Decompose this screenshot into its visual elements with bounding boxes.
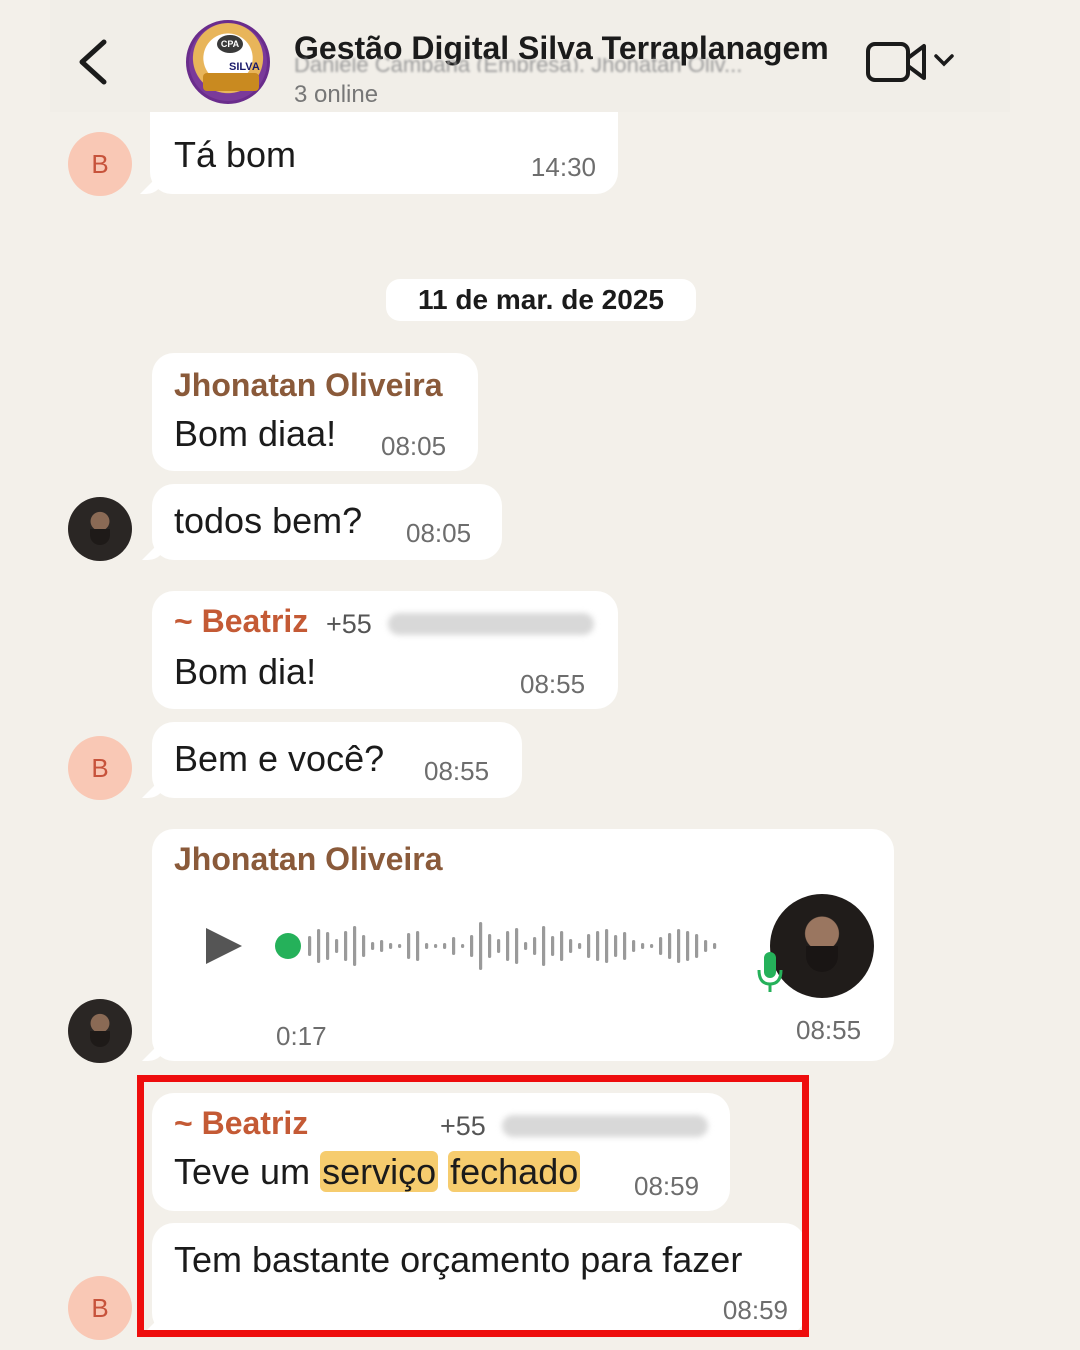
group-avatar-logo-subtext: SILVA [229, 61, 260, 73]
waveform-bar [443, 943, 447, 949]
chat-screen: CPA SILVA Gestão Digital Silva Terraplan… [0, 0, 1080, 1350]
waveform-bar [335, 939, 339, 953]
message-text: Bem e você? [174, 738, 385, 779]
message-bubble[interactable]: ~ Beatriz +55 Bom dia! 08:55 [152, 591, 618, 709]
avatar-photo-detail [90, 1031, 110, 1047]
waveform-bar [668, 933, 672, 959]
sender-name[interactable]: Jhonatan Oliveira [174, 841, 443, 878]
avatar-beatriz[interactable]: B [68, 736, 132, 800]
waveform-bar [416, 931, 420, 961]
message-bubble[interactable]: Bem e você? 08:55 [152, 722, 522, 798]
play-icon[interactable] [204, 926, 244, 966]
waveform-bar [623, 932, 627, 960]
waveform-bar [308, 936, 312, 956]
message-time: 08:55 [796, 1015, 862, 1045]
message-bubble[interactable]: Tá bom 14:30 [150, 112, 618, 194]
waveform-bar [605, 929, 609, 963]
waveform-bar [461, 944, 465, 948]
waveform-bar [596, 931, 600, 961]
waveform-bar [632, 940, 636, 952]
waveform-bar [641, 943, 645, 949]
waveform-bar [695, 934, 699, 958]
message-time: 14:30 [530, 152, 596, 182]
message-text: Bom diaa! [174, 413, 337, 454]
message-bubble[interactable]: Jhonatan Oliveira Bom diaa! 08:05 [152, 353, 478, 471]
waveform-bar [434, 944, 438, 948]
avatar-beatriz[interactable]: B [68, 1276, 132, 1340]
date-separator: 11 de mar. de 2025 [386, 279, 696, 321]
waveform-bar [425, 943, 429, 949]
sender-phone-redacted [388, 613, 594, 635]
waveform-bar [407, 933, 411, 959]
chevron-down-icon [934, 54, 954, 67]
highlight-frame [137, 1075, 809, 1337]
waveform-bar [488, 934, 492, 958]
waveform-bar [452, 937, 456, 955]
online-count: 3 online [294, 81, 379, 104]
avatar-jhonatan[interactable] [68, 999, 132, 1063]
waveform-bar [704, 940, 708, 952]
waveform-bar [380, 940, 384, 952]
microphone-icon [757, 952, 783, 992]
waveform-bar [551, 936, 555, 956]
waveform-bar [542, 926, 546, 966]
sender-phone: +55 [326, 609, 372, 639]
waveform-bar [479, 922, 483, 970]
waveform-bar [587, 934, 591, 958]
waveform-bar [398, 944, 402, 948]
waveform-bar [497, 939, 501, 953]
waveform-bar [569, 939, 573, 953]
message-time: 08:05 [406, 518, 472, 548]
voice-duration: 0:17 [276, 1021, 327, 1051]
voice-sender-avatar [770, 894, 874, 998]
waveform-bar [371, 942, 375, 950]
sender-name[interactable]: ~ Beatriz [174, 603, 308, 640]
avatar-jhonatan[interactable] [68, 497, 132, 561]
group-avatar[interactable]: CPA SILVA [186, 20, 270, 104]
group-avatar-truck [203, 73, 259, 91]
waveform-bar [713, 943, 717, 949]
chat-header: CPA SILVA Gestão Digital Silva Terraplan… [50, 0, 1010, 112]
waveform-bar [524, 942, 528, 950]
message-time: 08:55 [424, 756, 490, 786]
waveform-progress-dot [275, 933, 301, 959]
waveform-bar [389, 943, 393, 949]
message-time: 08:55 [520, 669, 586, 699]
waveform-bar [686, 931, 690, 961]
avatar-photo-detail [806, 946, 838, 972]
waveform-bar [326, 932, 330, 960]
waveform-bar [317, 929, 321, 963]
waveform-bar [650, 944, 654, 948]
waveform-bar [659, 937, 663, 955]
waveform-bar [677, 929, 681, 963]
waveform-bar [614, 935, 618, 957]
back-arrow-icon[interactable] [74, 36, 114, 88]
waveform-bar [515, 928, 519, 964]
waveform-bar [560, 931, 564, 961]
waveform-bar [362, 935, 366, 957]
avatar-beatriz[interactable]: B [68, 132, 132, 196]
waveform-bar [344, 931, 348, 961]
waveform-icon[interactable] [274, 916, 734, 976]
waveform-bar [353, 926, 357, 966]
waveform-bar [506, 931, 510, 961]
waveform-bar [533, 937, 537, 955]
message-text: Tá bom [174, 134, 297, 175]
sender-name[interactable]: Jhonatan Oliveira [174, 367, 443, 404]
message-text: todos bem? [174, 500, 363, 541]
waveform-bar [470, 935, 474, 957]
group-avatar-logo-text: CPA [217, 35, 243, 53]
message-text: Bom dia! [174, 651, 317, 692]
avatar-photo-detail [90, 529, 110, 545]
waveform-bar [578, 943, 582, 949]
message-bubble[interactable]: todos bem? 08:05 [152, 484, 502, 560]
video-call-icon[interactable] [866, 38, 962, 86]
group-members-preview: Daniele Campana (Empresa), Jhonatan Oliv… [294, 58, 743, 72]
message-time: 08:05 [381, 431, 447, 461]
